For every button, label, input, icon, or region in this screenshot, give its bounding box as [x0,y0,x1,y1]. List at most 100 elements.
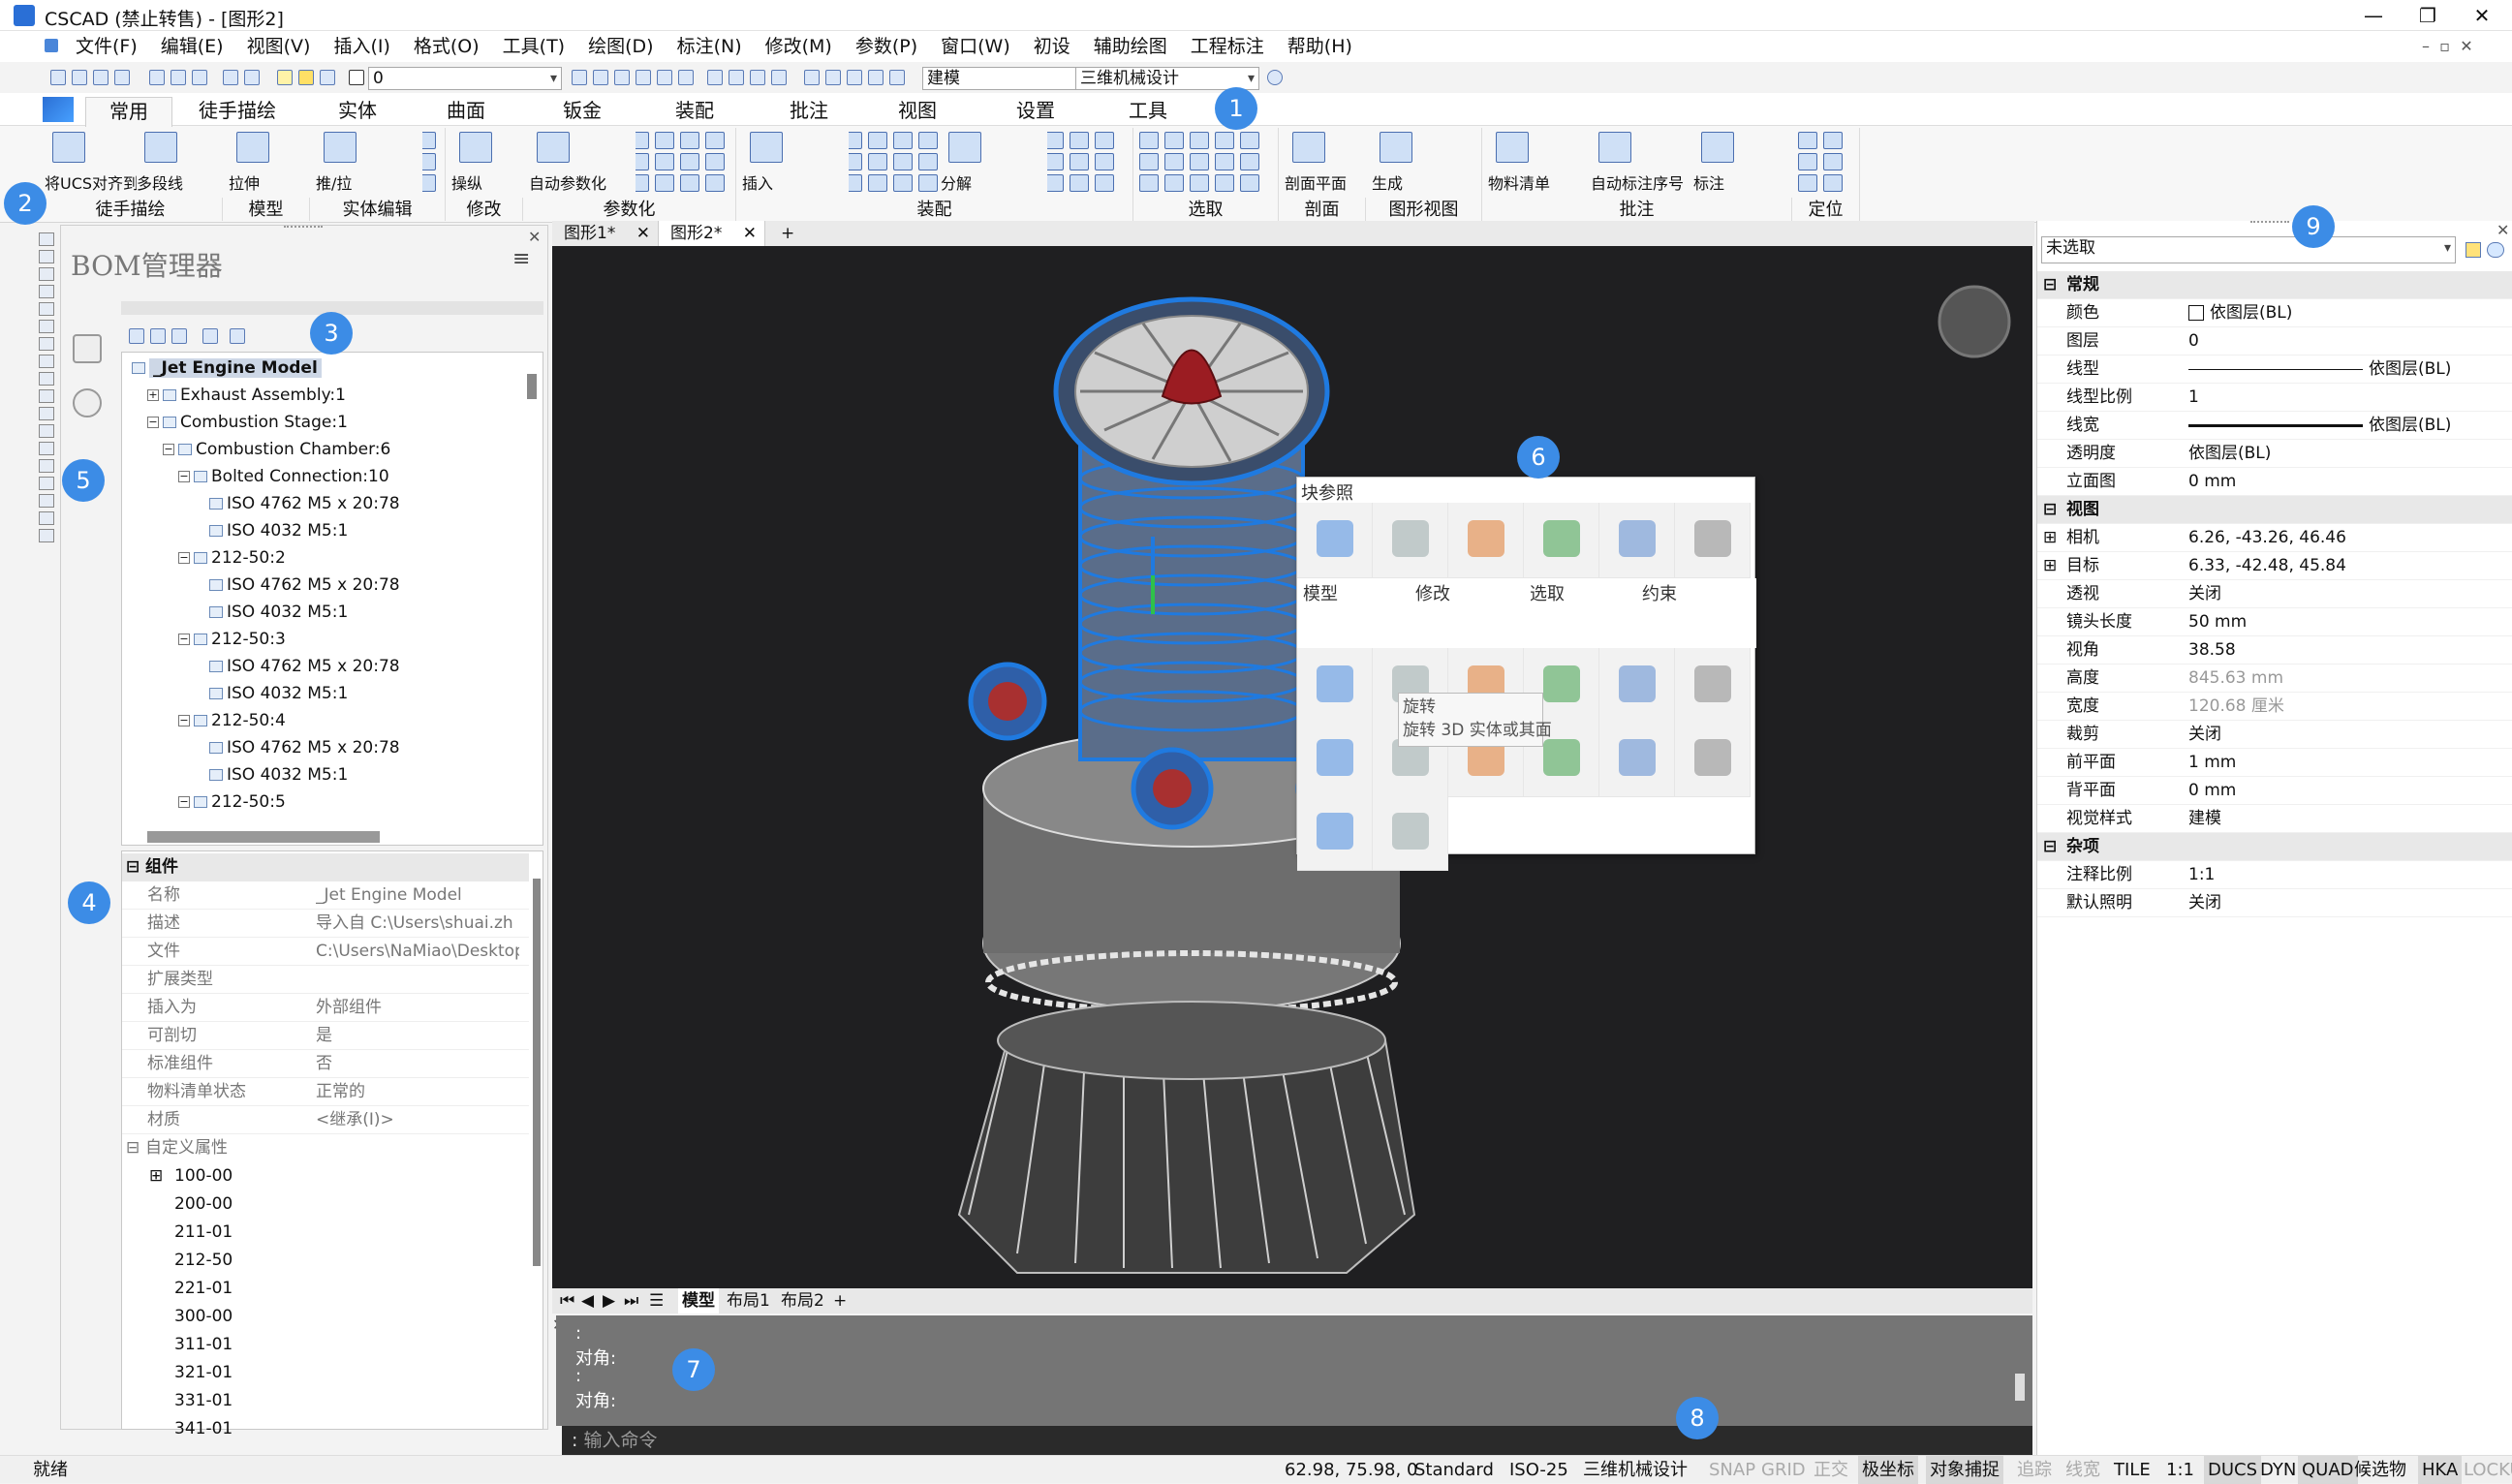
expand-toggle-icon[interactable]: − [178,471,190,482]
quad-command-button[interactable] [1675,648,1751,724]
tool-icon[interactable] [893,153,913,170]
prev-layout-button[interactable]: ◀ [581,1288,594,1314]
menu-10[interactable]: 窗口(W) [929,31,1022,62]
expand-toggle-icon[interactable]: ⊞ [2043,524,2057,552]
tree-node[interactable]: ISO 4762 M5 x 20:78 [194,734,400,761]
tree-node[interactable]: _Jet Engine Model [132,355,322,382]
layer-lock2-icon[interactable] [678,70,694,85]
menu-2[interactable]: 视图(V) [235,31,323,62]
tool-icon[interactable] [1190,153,1209,170]
display-icon[interactable] [889,70,905,85]
tool-icon[interactable] [868,174,887,192]
ribbon-button-0-0[interactable]: 将UCS对齐到面 [45,128,154,198]
menu-6[interactable]: 绘图(D) [576,31,665,62]
quad-command-button[interactable] [1297,648,1373,724]
zoom-icon[interactable] [847,70,862,85]
tool-icon[interactable] [1823,153,1843,170]
cube-icon[interactable] [73,334,102,363]
expand-toggle-icon[interactable]: − [178,796,190,808]
tool-icon[interactable] [1044,174,1064,192]
prop-section-2[interactable]: ⊟ 杂项 [2037,833,2512,861]
tree-node[interactable]: − 212-50:2 [178,544,286,572]
status-toggle-14[interactable]: QUAD [2298,1456,2358,1484]
view-top-icon[interactable] [707,70,723,85]
custom-row[interactable]: 300-00 [122,1303,529,1331]
tool-icon[interactable] [1139,153,1159,170]
last-layout-button[interactable]: ⏭ [624,1288,638,1314]
menu-13[interactable]: 工程标注 [1179,31,1276,62]
eye-icon[interactable] [2487,242,2504,258]
tree-node[interactable]: ISO 4032 M5:1 [194,599,348,626]
custom-row[interactable]: 311-01 [122,1331,529,1359]
hamburger-icon[interactable]: ≡ [512,247,530,271]
tool-icon[interactable] [868,132,887,149]
model-viewport[interactable] [552,246,2032,1288]
status-toggle-9[interactable]: 线宽 [2062,1456,2104,1484]
tool-icon[interactable] [918,174,938,192]
tree-node[interactable]: ISO 4032 M5:1 [194,517,348,544]
prop-row[interactable]: 高度 845.63 mm [2037,665,2512,693]
expand-toggle-icon[interactable]: − [178,552,190,564]
strip-tool-icon[interactable] [39,389,54,403]
prop-row[interactable]: ⊞ 目标 6.33, -42.48, 45.84 [2037,552,2512,580]
prop-row[interactable]: ⊞ 相机 6.26, -43.26, 46.46 [2037,524,2512,552]
tool-icon[interactable] [1798,153,1817,170]
tool-icon[interactable] [893,174,913,192]
status-toggle-15[interactable]: 候选物 [2350,1456,2410,1484]
prop-row[interactable]: 注释比例 1:1 [2037,861,2512,889]
status-toggle-3[interactable]: SNAP [1705,1456,1759,1484]
status-toggle-1[interactable]: ISO-25 [1505,1456,1572,1484]
tree-node[interactable]: − Combustion Stage:1 [147,409,348,436]
expand-toggle-icon[interactable]: ⊞ [149,1162,163,1190]
tool-icon[interactable] [893,132,913,149]
strip-tool-icon[interactable] [39,477,54,490]
help-icon[interactable] [1267,70,1283,85]
tree-hscrollbar[interactable] [147,831,380,843]
custom-row[interactable]: ⊞ 100-00 [122,1162,529,1190]
tool-icon[interactable] [1190,132,1209,149]
prop-row[interactable]: 透视 关闭 [2037,580,2512,608]
status-toggle-11[interactable]: 1:1 [2162,1456,2198,1484]
tree-node[interactable]: ISO 4762 M5 x 20:78 [194,653,400,680]
props-row[interactable]: 扩展类型 [122,966,529,994]
ribbon-button-2-0[interactable]: 推/拉 [316,128,422,198]
props-row[interactable]: 可剖切 是 [122,1022,529,1050]
tool-icon[interactable] [1215,153,1234,170]
plot-icon[interactable] [171,70,186,85]
prop-row[interactable]: 视角 38.58 [2037,636,2512,665]
layout-list-icon[interactable]: ☰ [649,1288,664,1314]
tool-icon[interactable] [1164,132,1184,149]
strip-tool-icon[interactable] [39,267,54,281]
tool-icon[interactable] [1070,174,1089,192]
menu-12[interactable]: 辅助绘图 [1082,31,1179,62]
undo-icon[interactable] [223,70,238,85]
expand-toggle-icon[interactable]: ⊞ [2043,552,2057,580]
ribbon-button-7-0[interactable]: 剖面平面 [1285,128,1372,198]
menu-0[interactable]: 文件(F) [64,31,149,62]
selection-combo[interactable]: 未选取 ▾ [2041,236,2456,263]
strip-tool-icon[interactable] [39,302,54,316]
prop-row[interactable]: 线型 依图层(BL) [2037,356,2512,384]
tool-icon[interactable] [1095,132,1114,149]
tree-node[interactable]: − 212-50:5 [178,788,286,816]
tool-icon[interactable] [1823,174,1843,192]
ribbon-button-8-0[interactable]: 生成 [1372,128,1478,198]
tree-node[interactable]: ISO 4032 M5:1 [194,680,348,707]
custom-row[interactable]: 211-01 [122,1219,529,1247]
strip-tool-icon[interactable] [39,320,54,333]
panel-close-icon[interactable]: ✕ [2496,221,2509,239]
tab-drawing2[interactable]: 图形2* ✕ [659,221,765,246]
quad-command-button[interactable] [1599,503,1675,578]
ribbon-button-5-1[interactable]: 分解 [941,128,1047,198]
prop-row[interactable]: 线型比例 1 [2037,384,2512,412]
status-toggle-5[interactable]: 正交 [1810,1456,1852,1484]
prop-row[interactable]: 前平面 1 mm [2037,749,2512,777]
eraser-icon[interactable] [825,70,841,85]
properties-icon[interactable] [804,70,820,85]
print-icon[interactable] [149,70,165,85]
tree-node[interactable]: ISO 4032 M5:1 [194,761,348,788]
strip-tool-icon[interactable] [39,285,54,298]
tool-icon[interactable] [868,153,887,170]
layer-match-icon[interactable] [593,70,608,85]
close-icon[interactable]: ✕ [743,221,757,246]
